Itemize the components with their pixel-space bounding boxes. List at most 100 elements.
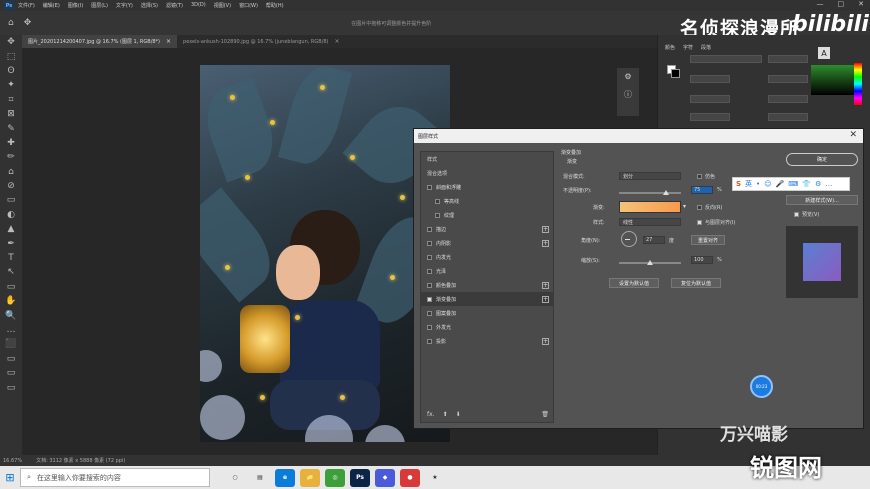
add-style-icon[interactable]: + [542, 225, 549, 233]
menu-item[interactable]: 编辑(E) [43, 2, 60, 9]
home-icon[interactable]: ⌂ [8, 18, 14, 28]
ime-icon[interactable]: 🎤 [776, 180, 785, 188]
align-checkbox[interactable] [697, 220, 702, 225]
taskbar-app-icon[interactable]: ◆ [375, 468, 395, 487]
ime-icon[interactable]: 👕 [802, 180, 811, 188]
tool-icon[interactable]: ▭ [0, 280, 22, 294]
preview-checkbox[interactable] [794, 212, 799, 217]
style-item[interactable]: 内发光 [421, 250, 553, 264]
tool-icon[interactable]: ▭ [0, 193, 22, 207]
style-checkbox[interactable] [427, 254, 432, 260]
blend-mode-select[interactable]: 划分 [619, 172, 681, 180]
gradient-dropdown-icon[interactable]: ▾ [683, 203, 686, 210]
menu-item[interactable]: 图像(I) [68, 2, 83, 9]
scale-input[interactable]: 100 [691, 256, 713, 264]
move-tool-icon[interactable]: ✥ [24, 18, 32, 28]
menu-item[interactable]: 选择(S) [141, 2, 158, 9]
ime-icon[interactable]: 英 [745, 179, 752, 189]
leading-field[interactable] [768, 75, 808, 83]
taskbar-search[interactable]: ⌕ 在这里输入你要搜索的内容 [20, 468, 210, 487]
tool-icon[interactable]: ʘ [0, 64, 22, 78]
ime-icon[interactable]: ⌨ [788, 180, 798, 188]
close-icon[interactable]: × [166, 38, 171, 45]
doc-tab-1[interactable]: 图片_20201214200407.jpg @ 16.7% (图层 1, RGB… [22, 35, 178, 48]
fx-menu-icon[interactable]: fx. [427, 411, 435, 418]
tool-icon[interactable]: ▭ [0, 366, 22, 380]
style-checkbox[interactable] [427, 268, 432, 274]
font-size-field[interactable] [690, 75, 730, 83]
move-down-icon[interactable]: ⬇ [456, 411, 461, 418]
tool-icon[interactable]: 🔍 [0, 308, 22, 322]
tool-icon[interactable]: ✎ [0, 121, 22, 135]
maximize-button[interactable]: □ [838, 0, 845, 8]
tool-icon[interactable]: ✦ [0, 78, 22, 92]
tool-icon[interactable]: ⌂ [0, 165, 22, 179]
add-style-icon[interactable]: + [542, 337, 549, 345]
tool-icon[interactable]: ✒ [0, 236, 22, 250]
ok-button[interactable]: 确定 [786, 153, 858, 166]
vscale-field[interactable] [690, 113, 730, 121]
tab-paragraph[interactable]: 段落 [701, 44, 711, 51]
style-checkbox[interactable] [427, 338, 432, 344]
angle-dial[interactable] [621, 231, 637, 247]
style-item[interactable]: 外发光 [421, 320, 553, 334]
tool-icon[interactable]: ◐ [0, 208, 22, 222]
style-item[interactable]: 图案叠加 [421, 306, 553, 320]
add-style-icon[interactable]: + [542, 239, 549, 247]
angle-input[interactable]: 27 [643, 236, 665, 244]
opacity-input[interactable]: 75 [691, 186, 713, 194]
style-item[interactable]: 渐变叠加 + [421, 292, 553, 306]
move-up-icon[interactable]: ⬆ [443, 411, 448, 418]
make-default-button[interactable]: 设置为默认值 [609, 278, 659, 288]
menu-item[interactable]: 3D(D) [191, 2, 206, 9]
taskbar-app-icon[interactable]: ● [400, 468, 420, 487]
hscale-field[interactable] [768, 113, 808, 121]
new-style-button[interactable]: 新建样式(W)... [786, 195, 858, 205]
style-item[interactable]: 纹理 [421, 208, 553, 222]
style-checkbox[interactable] [427, 184, 432, 190]
menu-item[interactable]: 文件(F) [18, 2, 35, 9]
tool-icon[interactable]: ✚ [0, 136, 22, 150]
color-picker-field[interactable] [811, 65, 856, 95]
tab-character[interactable]: 字符 [683, 44, 693, 51]
tool-icon[interactable]: ✏ [0, 150, 22, 164]
style-item[interactable]: 颜色叠加 + [421, 278, 553, 292]
doc-tab-2[interactable]: pexels-ankush-102890.jpg @ 16.7% (junebl… [177, 35, 346, 48]
close-icon[interactable]: ✕ [849, 130, 857, 140]
style-checkbox[interactable] [427, 282, 432, 288]
tool-icon[interactable]: ⊠ [0, 107, 22, 121]
tool-icon[interactable]: ⬛ [0, 337, 22, 351]
color-panel-tab[interactable]: 颜色 [665, 44, 675, 51]
taskbar-app-icon[interactable]: ▤ [250, 468, 270, 487]
taskbar-app-icon[interactable]: ★ [425, 468, 445, 487]
menu-item[interactable]: 滤镜(T) [166, 2, 183, 9]
character-icon[interactable]: A [818, 47, 830, 59]
reverse-checkbox[interactable] [697, 205, 702, 210]
taskbar-app-icon[interactable]: ◎ [325, 468, 345, 487]
font-style-field[interactable] [768, 55, 808, 63]
add-style-icon[interactable]: + [542, 281, 549, 289]
style-checkbox[interactable] [435, 212, 440, 218]
minimize-button[interactable]: — [817, 0, 824, 8]
kerning-field[interactable] [690, 95, 730, 103]
style-checkbox[interactable] [427, 324, 432, 330]
ime-icon[interactable]: ⚙ [815, 180, 821, 188]
style-item[interactable]: 光泽 [421, 264, 553, 278]
recording-timer[interactable]: 00:23 [750, 375, 773, 398]
tool-icon[interactable]: ▭ [0, 352, 22, 366]
style-item[interactable]: 等高线 [421, 194, 553, 208]
font-family-field[interactable] [690, 55, 762, 63]
tool-icon[interactable]: ⬚ [0, 49, 22, 63]
ime-icon[interactable]: ☺ [764, 180, 771, 188]
tool-icon[interactable]: ⊘ [0, 179, 22, 193]
blend-options-item[interactable]: 混合选项 [421, 166, 553, 180]
style-select[interactable]: 线性 [619, 218, 681, 226]
info-icon[interactable]: ⓘ [624, 89, 632, 100]
style-item[interactable]: 内阴影 + [421, 236, 553, 250]
close-icon[interactable]: × [335, 38, 340, 45]
tracking-field[interactable] [768, 95, 808, 103]
tool-icon[interactable]: ⌗ [0, 93, 22, 107]
reset-default-button[interactable]: 复位为默认值 [671, 278, 721, 288]
style-checkbox[interactable] [427, 240, 432, 246]
opacity-slider-knob[interactable] [662, 190, 669, 195]
